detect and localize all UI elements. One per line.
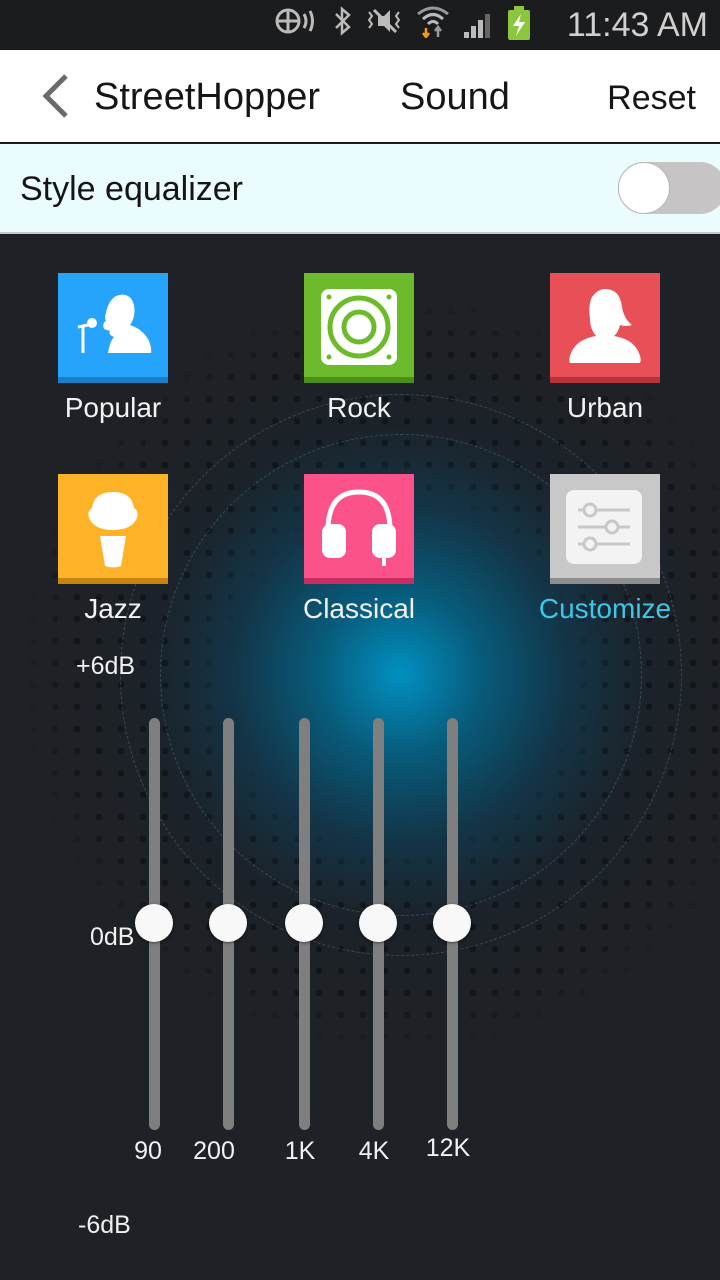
preset-tile — [550, 273, 660, 383]
page-title: Sound — [400, 76, 510, 118]
battery-charging-icon — [508, 6, 530, 40]
reset-button[interactable]: Reset — [607, 76, 696, 120]
back-button[interactable] — [36, 72, 76, 120]
style-equalizer-row[interactable]: Style equalizer — [0, 144, 720, 234]
wifi-icon — [416, 4, 450, 46]
equalizer-panel: Popular Rock Urban Jazz Classical Custom… — [0, 234, 720, 1280]
preset-tile — [58, 273, 168, 383]
status-icons — [274, 6, 530, 44]
preset-tile — [550, 474, 660, 584]
sliders-icon — [550, 474, 660, 584]
clock: 11:43 AM — [566, 6, 708, 44]
speaker-icon — [304, 273, 414, 383]
preset-tile — [304, 474, 414, 584]
eq-band-label: 4K — [358, 1137, 390, 1165]
preset-urban[interactable]: Urban — [530, 273, 680, 425]
headphones-icon — [304, 474, 414, 584]
preset-tile — [304, 273, 414, 383]
microphone-icon — [58, 474, 168, 584]
preset-label: Rock — [327, 392, 391, 423]
preset-rock[interactable]: Rock — [284, 273, 434, 425]
preset-customize[interactable]: Customize — [530, 474, 680, 626]
eq-slider-thumb-90[interactable] — [135, 904, 173, 942]
eq-slider-thumb-12K[interactable] — [433, 904, 471, 942]
mute-vibrate-icon — [366, 6, 402, 44]
preset-label: Jazz — [84, 593, 142, 624]
nfc-icon — [274, 6, 320, 44]
chevron-left-icon — [42, 74, 68, 118]
action-bar: StreetHopper Sound Reset — [0, 50, 720, 144]
woman-icon — [550, 273, 660, 383]
style-equalizer-label: Style equalizer — [20, 170, 244, 208]
db-max-label: +6dB — [76, 652, 136, 680]
app-title[interactable]: StreetHopper — [94, 74, 320, 120]
preset-label: Popular — [64, 392, 162, 423]
preset-label: Customize — [538, 593, 672, 624]
singer-icon — [58, 273, 168, 383]
eq-band-label: 200 — [193, 1137, 235, 1165]
switch-knob — [618, 162, 670, 214]
db-zero-label: 0dB — [90, 923, 135, 951]
preset-classical[interactable]: Classical — [284, 474, 434, 626]
preset-tile — [58, 474, 168, 584]
eq-slider-thumb-200[interactable] — [209, 904, 247, 942]
eq-band-label: 1K — [284, 1137, 316, 1165]
style-equalizer-switch[interactable] — [618, 162, 720, 214]
eq-slider-thumb-4K[interactable] — [359, 904, 397, 942]
preset-label: Urban — [566, 392, 644, 423]
eq-band-label: 90 — [134, 1137, 162, 1165]
preset-label: Classical — [302, 593, 416, 624]
status-bar: 11:43 AM — [0, 0, 720, 50]
eq-band-label: 12K — [425, 1134, 471, 1162]
bluetooth-icon — [334, 6, 352, 44]
preset-popular[interactable]: Popular — [38, 273, 188, 425]
db-min-label: -6dB — [78, 1211, 131, 1239]
signal-icon — [464, 12, 490, 38]
eq-slider-thumb-1K[interactable] — [285, 904, 323, 942]
preset-jazz[interactable]: Jazz — [38, 474, 188, 626]
